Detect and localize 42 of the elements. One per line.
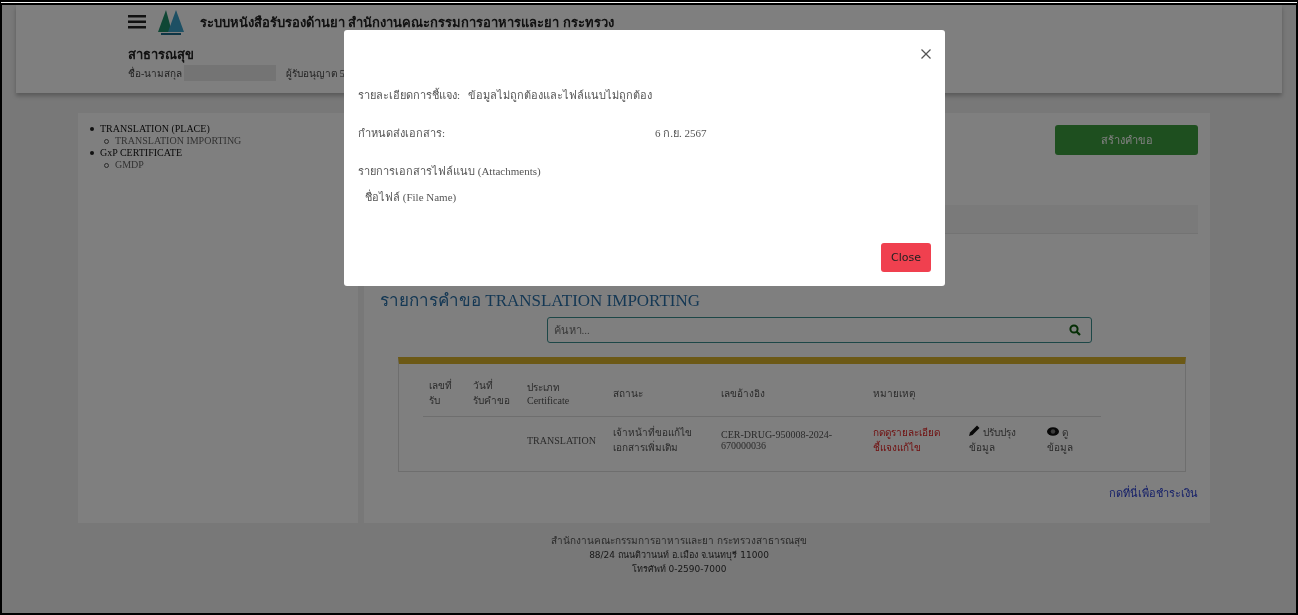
table-cell: CER-DRUG-950008-2024-670000036	[715, 416, 867, 463]
site-title: ระบบหนังสือรับรองด้านยา สำนักงานคณะกรรมการอาหารและยา กระทรวง	[200, 13, 614, 32]
name-label: ชื่อ-นามสกุล	[128, 65, 183, 81]
logo-icon	[158, 8, 184, 36]
column-header: วันที่ รับคำขอ	[467, 370, 521, 417]
column-header: เลขอ้างอิง	[715, 370, 867, 417]
section-heading: รายการคำขอ TRANSLATION IMPORTING	[380, 290, 702, 312]
bullet-icon	[90, 151, 94, 155]
role-label: ผู้รับอนุญาต 5	[286, 66, 345, 81]
search-icon	[1068, 324, 1081, 336]
column-header: หมายเหตุ	[867, 370, 963, 417]
note-link[interactable]: กดดูรายละเอียด ชี้แจงแก้ไข	[873, 425, 957, 455]
menu-icon[interactable]	[128, 15, 146, 29]
field-value: ข้อมูลไม่ถูกต้องและไฟล์แนบไม่ถูกต้อง	[468, 88, 653, 104]
field-label: รายละเอียดการชี้แจง:	[358, 87, 461, 103]
create-button[interactable]: สร้างคำขอ	[1055, 125, 1198, 155]
sidebar-item[interactable]: TRANSLATION IMPORTING	[115, 135, 242, 147]
table-cell: เจ้าหน้าที่ขอแก้ไข เอกสารเพิ่มเติม	[607, 416, 715, 463]
pencil-icon	[969, 425, 980, 436]
attachments-heading: รายการเอกสารไฟล์แนบ (Attachments)	[358, 164, 542, 179]
column-header: เลขที่ รับ	[423, 370, 467, 417]
action-link[interactable]: ปรับปรุง ข้อมูล	[969, 425, 1035, 455]
column-header: สถานะ	[607, 370, 715, 417]
site-subtitle: สาธารณสุข	[128, 46, 194, 65]
footer-text: สำนักงานคณะกรรมการอาหารและยา กระทรวงสาธารณสุข	[549, 534, 809, 548]
column-header: ชื่อไฟล์ (File Name)	[364, 188, 458, 205]
payment-link[interactable]: กดที่นี่เพื่อชำระเงิน	[1109, 484, 1198, 502]
footer-text: โทรศัพท์ 0-2590-7000	[630, 563, 728, 576]
sidebar-item[interactable]: TRANSLATION (PLACE)	[100, 123, 210, 135]
sidebar-item[interactable]: GxP CERTIFICATE	[100, 147, 183, 159]
table-cell: TRANSLATION	[521, 416, 607, 463]
search-field[interactable]: ค้นหา...	[546, 317, 1092, 343]
field-label: กำหนดส่งเอกสาร:	[358, 126, 447, 141]
sidebar-item[interactable]: GMDP	[115, 159, 144, 171]
bullet-icon	[90, 127, 94, 131]
action-link[interactable]: ดู ข้อมูล	[1047, 425, 1095, 455]
close-icon[interactable]	[921, 49, 931, 59]
footer-text: 88/24 ถนนติวานนท์ อ.เมือง จ.นนทบุรี 11000	[588, 549, 770, 562]
field-value: 6 ก.ย. 2567	[655, 126, 707, 141]
close-button[interactable]: Close	[881, 243, 931, 272]
eye-icon	[1047, 427, 1059, 436]
column-header: ประเภท Certificate	[521, 370, 607, 417]
